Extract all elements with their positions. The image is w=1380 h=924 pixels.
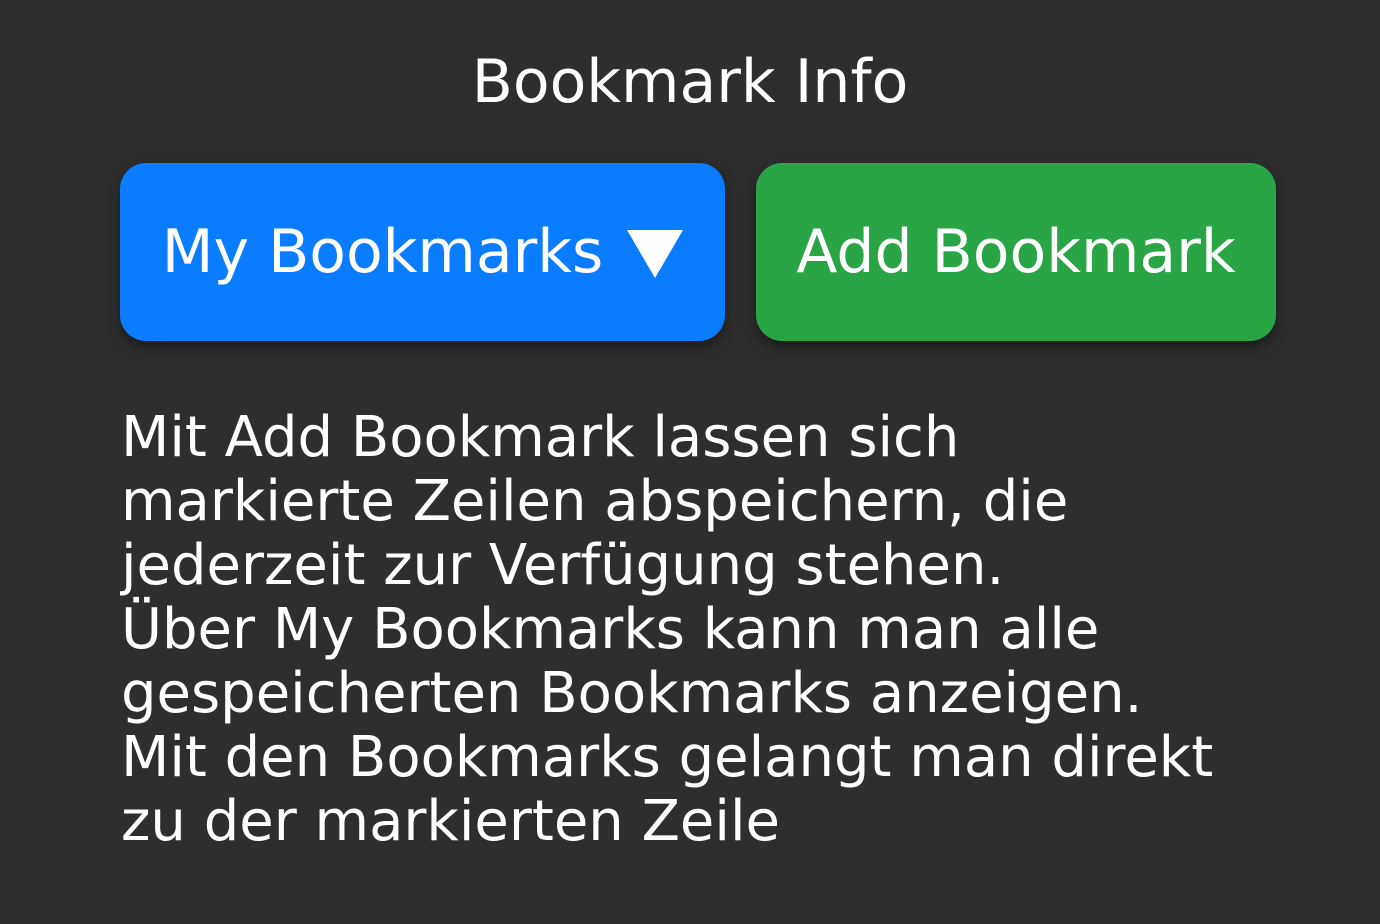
description-line: markierte Zeilen abspeichern, die	[121, 469, 1069, 534]
description-line: Mit den Bookmarks gelangt man direkt	[121, 725, 1214, 790]
description-line: zu der markierten Zeile	[121, 789, 780, 854]
description-line: gespeicherten Bookmarks anzeigen.	[121, 661, 1143, 726]
page-title: Bookmark Info	[471, 47, 909, 117]
caret-down-icon	[627, 230, 684, 278]
my-bookmarks-label: My Bookmarks	[161, 217, 604, 287]
add-bookmark-label: Add Bookmark	[796, 217, 1236, 287]
description-line: Mit Add Bookmark lassen sich	[121, 405, 960, 470]
description-text: Mit Add Bookmark lassen sich markierte Z…	[121, 406, 1321, 854]
add-bookmark-button[interactable]: Add Bookmark	[756, 163, 1276, 341]
description-line: jederzeit zur Verfügung stehen.	[121, 533, 1005, 598]
my-bookmarks-dropdown-button[interactable]: My Bookmarks	[120, 163, 725, 341]
description-line: Über My Bookmarks kann man alle	[121, 597, 1100, 662]
